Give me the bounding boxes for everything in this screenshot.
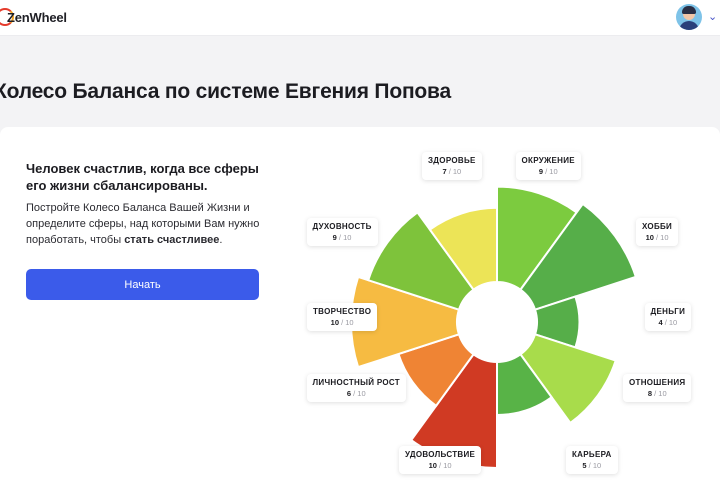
sphere-label-tvorchestvo[interactable]: ТВОРЧЕСТВО 10 / 10: [307, 303, 378, 331]
sphere-score: 9 / 10: [538, 167, 558, 176]
sphere-score: 8 / 10: [647, 389, 667, 398]
sphere-name: ЛИЧНОСТНЫЙ РОСТ: [312, 378, 400, 387]
sphere-label-karera[interactable]: КАРЬЕРА 5 / 10: [566, 446, 618, 474]
sphere-name: КАРЬЕРА: [572, 450, 612, 459]
sphere-score: 10 / 10: [330, 318, 354, 327]
sphere-score: 6 / 10: [346, 389, 366, 398]
sphere-name: УДОВОЛЬСТВИЕ: [405, 450, 476, 459]
sphere-name: ТВОРЧЕСТВО: [313, 307, 372, 316]
sphere-name: ОТНОШЕНИЯ: [629, 378, 686, 387]
sphere-label-hobbi[interactable]: ХОББИ 10 / 10: [636, 218, 679, 246]
sphere-label-okruzhenie[interactable]: ОКРУЖЕНИЕ 9 / 10: [515, 152, 581, 180]
wheel-center: [457, 282, 537, 362]
sphere-score: 10 / 10: [428, 461, 452, 470]
sphere-score: 5 / 10: [582, 461, 602, 470]
sphere-name: ХОББИ: [642, 222, 673, 231]
sphere-name: ЗДОРОВЬЕ: [428, 156, 476, 165]
sphere-score: 10 / 10: [645, 233, 669, 242]
sphere-name: ОКРУЖЕНИЕ: [521, 156, 575, 165]
sphere-label-duhovnost[interactable]: ДУХОВНОСТЬ 9 / 10: [306, 218, 378, 246]
sphere-label-udovolstvie[interactable]: УДОВОЛЬСТВИЕ 10 / 10: [399, 446, 482, 474]
sphere-name: ДЕНЬГИ: [650, 307, 686, 316]
sphere-score: 7 / 10: [442, 167, 462, 176]
sphere-label-dengi[interactable]: ДЕНЬГИ 4 / 10: [644, 303, 692, 331]
sphere-score: 4 / 10: [658, 318, 678, 327]
sphere-label-zdorove[interactable]: ЗДОРОВЬЕ 7 / 10: [422, 152, 482, 180]
sphere-name: ДУХОВНОСТЬ: [312, 222, 372, 231]
sphere-label-otnosheniya[interactable]: ОТНОШЕНИЯ 8 / 10: [623, 374, 692, 402]
sphere-score: 9 / 10: [332, 233, 352, 242]
sphere-label-lichnostnyi-rost[interactable]: ЛИЧНОСТНЫЙ РОСТ 6 / 10: [306, 374, 406, 402]
